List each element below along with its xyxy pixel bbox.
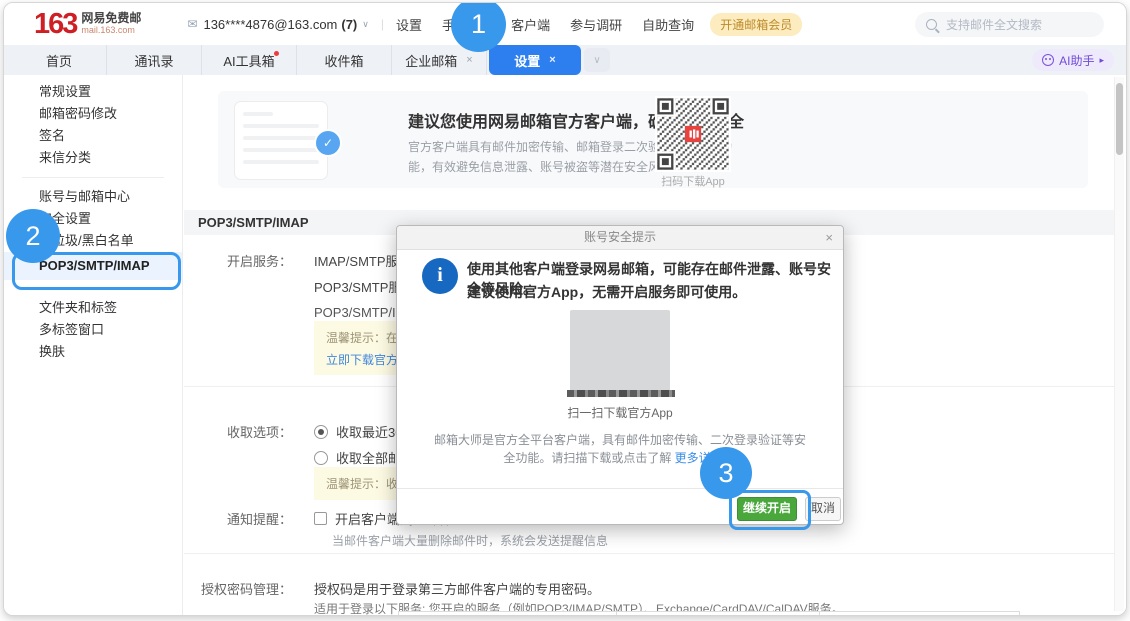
sidebar-item-mail-classify[interactable]: 来信分类: [4, 147, 182, 169]
tab-settings[interactable]: 设置 ×: [489, 45, 581, 75]
auth-description-1: 授权码是用于登录第三方邮件客户端的专用密码。: [314, 579, 600, 598]
dialog-qr-caption: 扫一扫下载官方App: [397, 404, 843, 421]
sidebar-divider: [22, 288, 164, 289]
menu-self-service[interactable]: 自助查询: [642, 15, 694, 34]
dialog-message-line2: 建议使用官方App，无需开启服务即可使用。: [467, 282, 746, 302]
annotation-step-3: 3: [700, 447, 752, 499]
envelope-icon: ✉: [187, 17, 197, 31]
account-selector[interactable]: ✉ 136****4876@163.com (7) ∨: [187, 17, 368, 32]
arrow-right-icon: ▸: [1099, 55, 1104, 66]
qr-caption: 扫码下载App: [630, 173, 756, 189]
webmail-window: 163 网易免费邮 mail.163.com ✉ 136****4876@163…: [3, 2, 1127, 616]
search-icon: [926, 19, 937, 30]
tab-inbox[interactable]: 收件箱: [297, 45, 392, 75]
close-icon[interactable]: ×: [466, 54, 472, 66]
section-divider: [184, 553, 1114, 554]
account-email: 136****4876@163.com: [203, 17, 337, 32]
search-box[interactable]: [915, 12, 1104, 37]
screenshot-stage: 163 网易免费邮 mail.163.com ✉ 136****4876@163…: [0, 0, 1130, 621]
notification-dot: [274, 51, 279, 56]
sidebar-item-folders-tags[interactable]: 文件夹和标签: [4, 297, 182, 319]
top-header: 163 网易免费邮 mail.163.com ✉ 136****4876@163…: [4, 3, 1126, 45]
chevron-down-icon: ∨: [593, 55, 600, 66]
dialog-footer-divider: [397, 488, 843, 489]
header-divider: |: [381, 17, 384, 31]
search-input[interactable]: [944, 17, 1078, 33]
sidebar-item-multi-tab[interactable]: 多标签窗口: [4, 319, 182, 341]
sidebar-item-skin[interactable]: 换肤: [4, 341, 182, 363]
official-client-banner: ✓ 建议您使用网易邮箱官方客户端，确保邮箱安全 官方客户端具有邮件加密传输、邮箱…: [218, 91, 1088, 188]
sidebar-item-signature[interactable]: 签名: [4, 125, 182, 147]
continue-enable-button[interactable]: 继续开启: [737, 497, 797, 521]
tab-list-dropdown[interactable]: ∨: [584, 48, 610, 72]
logo-name: 网易免费邮: [81, 12, 141, 24]
header-menu: 设置 手机App 客户端 参与调研 自助查询: [396, 15, 694, 34]
cancel-button[interactable]: 取消: [805, 497, 841, 521]
close-icon[interactable]: ×: [549, 54, 555, 66]
chevron-down-icon: ∨: [362, 19, 369, 30]
enable-service-label: 开启服务：: [184, 251, 292, 270]
info-icon: i: [422, 258, 458, 294]
menu-settings[interactable]: 设置: [396, 15, 422, 34]
account-security-dialog: 账号安全提示 × i 使用其他客户端登录网易邮箱，可能存在邮件泄露、账号安全等风…: [396, 225, 844, 525]
radio-selected-icon[interactable]: [314, 425, 328, 439]
download-qr-code: [655, 96, 731, 172]
tab-contacts[interactable]: 通讯录: [107, 45, 202, 75]
dialog-title-bar: 账号安全提示 ×: [397, 226, 843, 250]
fetch-options-label: 收取选项：: [184, 422, 292, 441]
logo-domain: mail.163.com: [81, 24, 141, 36]
dialog-title: 账号安全提示: [584, 230, 656, 244]
radio-icon[interactable]: [314, 451, 328, 465]
notify-description: 当邮件客户端大量删除邮件时，系统会发送提醒信息: [332, 532, 608, 549]
auth-code-label: 授权密码管理：: [184, 579, 292, 598]
dialog-description-line1: 邮箱大师是官方全平台客户端，具有邮件加密传输、二次登录验证等安: [397, 431, 843, 448]
tab-home[interactable]: 首页: [12, 45, 107, 75]
scrollbar-track[interactable]: [1114, 77, 1124, 611]
menu-client[interactable]: 客户端: [511, 15, 550, 34]
notify-label: 通知提醒：: [184, 509, 292, 528]
sidebar-item-general[interactable]: 常规设置: [4, 81, 182, 103]
vip-badge[interactable]: 开通邮箱会员: [710, 13, 802, 36]
auth-code-table: [398, 611, 1020, 615]
tab-ai-toolbox[interactable]: AI工具箱: [202, 45, 297, 75]
tab-bar: 首页 通讯录 AI工具箱 收件箱 企业邮箱 × 设置 × ∨ AI助手 ▸: [4, 45, 1126, 75]
ai-assistant-button[interactable]: AI助手 ▸: [1032, 49, 1114, 71]
close-icon[interactable]: ×: [825, 226, 833, 249]
annotation-step-2: 2: [6, 209, 60, 263]
sidebar-item-password[interactable]: 邮箱密码修改: [4, 103, 182, 125]
sidebar-item-account-center[interactable]: 账号与邮箱中心: [4, 186, 182, 208]
dialog-description-line2: 全功能。请扫描下载或点击了解 更多详情>>: [397, 449, 843, 466]
shield-check-icon: ✓: [314, 129, 342, 157]
broken-image-alt-text: [567, 390, 675, 397]
settings-sidebar: 常规设置 邮箱密码修改 签名 来信分类 账号与邮箱中心 安全设置 反垃圾/黑白名…: [4, 75, 183, 615]
menu-survey[interactable]: 参与调研: [570, 15, 622, 34]
unread-count: (7): [341, 17, 357, 32]
checkbox-icon[interactable]: [314, 512, 327, 525]
qr-image-placeholder: [570, 310, 670, 396]
sidebar-divider: [22, 177, 164, 178]
scrollbar-thumb[interactable]: [1116, 83, 1123, 155]
ai-assistant-icon: [1042, 54, 1054, 66]
mail-logo[interactable]: 163 网易免费邮 mail.163.com: [34, 10, 141, 39]
logo-163: 163: [34, 10, 76, 39]
